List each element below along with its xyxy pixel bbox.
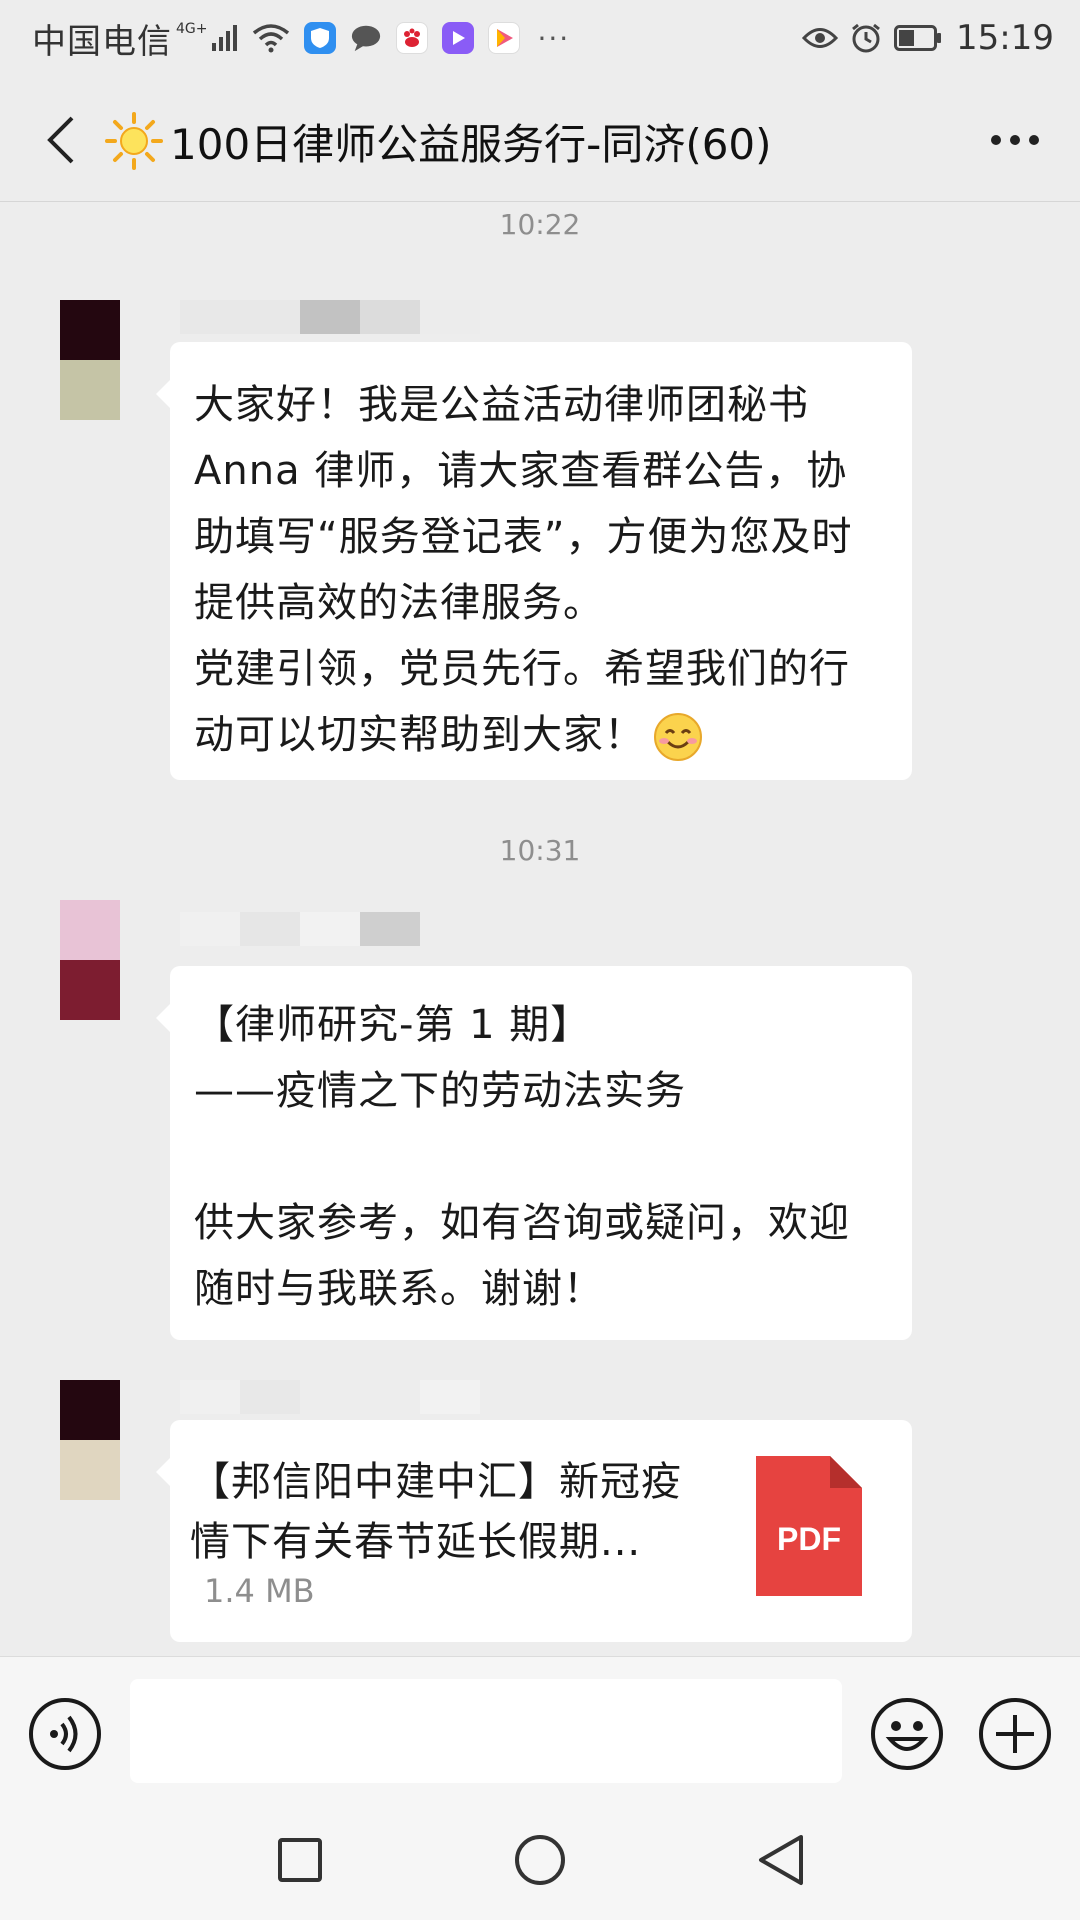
shield-app-icon — [303, 22, 336, 54]
chat-header: 100日律师公益服务行-同济(60) — [0, 78, 1080, 202]
network-type-label: 4G+ — [176, 21, 208, 37]
file-title: 【邦信阳中建中汇】新冠疫情下有关春节延长假期... — [190, 1459, 682, 1565]
more-options-button[interactable] — [980, 108, 1050, 172]
triangle-back-icon — [759, 1835, 803, 1885]
home-button[interactable] — [510, 1830, 570, 1890]
chat-title: 100日律师公益服务行-同济(60) — [170, 119, 772, 169]
add-more-button[interactable] — [978, 1697, 1052, 1771]
message-text: 大家好！我是公益活动律师团秘书Anna 律师，请大家查看群公告，协助填写“服务登… — [194, 372, 888, 768]
back-arrow-icon — [47, 116, 74, 164]
player-app-icon — [487, 22, 520, 54]
pdf-label: PDF — [777, 1521, 841, 1557]
message-timestamp: 10:31 — [499, 834, 581, 867]
system-nav-bar — [0, 1800, 1080, 1920]
eye-icon — [802, 25, 839, 51]
alarm-icon — [850, 22, 882, 54]
signal-icon — [211, 25, 237, 51]
avatar[interactable] — [60, 300, 120, 420]
file-message-bubble[interactable]: 【邦信阳中建中汇】新冠疫情下有关春节延长假期... 1.4 MB PDF — [156, 1420, 912, 1642]
circle-icon — [515, 1835, 565, 1885]
message-bubble[interactable]: 大家好！我是公益活动律师团秘书Anna 律师，请大家查看群公告，协助填写“服务登… — [156, 342, 912, 780]
message-input[interactable] — [130, 1679, 842, 1783]
carrier-label: 中国电信 — [32, 21, 172, 62]
back-nav-button[interactable] — [750, 1830, 810, 1890]
message-bubble[interactable]: 【律师研究-第 1 期】 ——疫情之下的劳动法实务 供大家参考，如有咨询或疑问，… — [156, 966, 912, 1340]
chat-bubble-icon — [350, 22, 382, 54]
pdf-file-icon: PDF — [756, 1456, 862, 1596]
square-icon — [278, 1838, 322, 1882]
battery-icon — [894, 25, 942, 51]
video-app-icon — [441, 22, 474, 54]
voice-input-button[interactable] — [28, 1697, 102, 1771]
file-size: 1.4 MB — [204, 1572, 315, 1610]
more-notifications-icon: ··· — [537, 21, 571, 55]
message-text: 【律师研究-第 1 期】 ——疫情之下的劳动法实务 供大家参考，如有咨询或疑问，… — [194, 1002, 850, 1312]
sender-name-blurred — [180, 1380, 480, 1414]
sun-icon — [105, 112, 163, 170]
smiling-emoji-icon — [654, 713, 702, 761]
status-bar: 中国电信 4G+ ··· 15:19 — [0, 0, 1080, 78]
input-bar — [0, 1656, 1080, 1800]
clock-label: 15:19 — [956, 18, 1054, 58]
back-button[interactable] — [30, 108, 90, 172]
avatar[interactable] — [60, 900, 120, 1020]
message-timestamp: 10:22 — [499, 208, 581, 241]
avatar[interactable] — [60, 1380, 120, 1500]
more-dots-icon — [991, 135, 1039, 145]
recent-apps-button[interactable] — [270, 1830, 330, 1890]
sender-name-blurred — [180, 300, 480, 334]
wifi-icon — [252, 23, 290, 53]
baidu-app-icon — [395, 22, 428, 54]
emoji-button[interactable] — [870, 1697, 944, 1771]
sender-name-blurred — [180, 912, 480, 946]
